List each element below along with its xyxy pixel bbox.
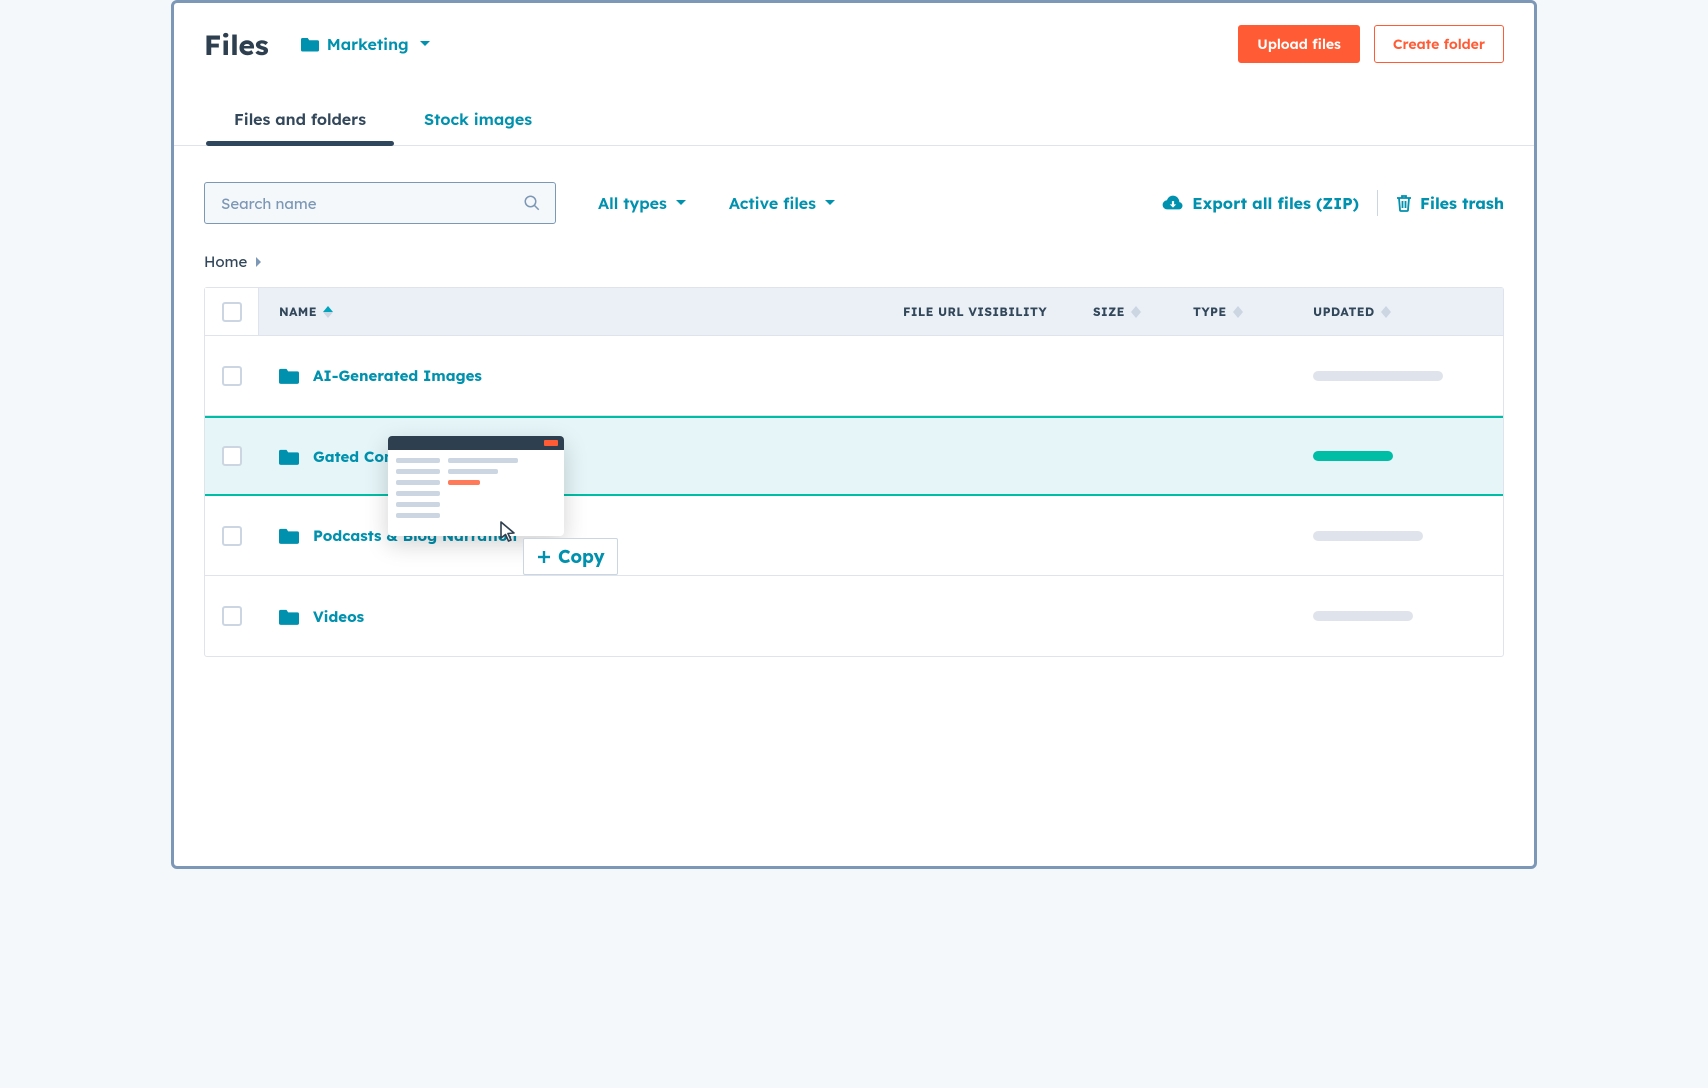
row-checkbox[interactable]: [222, 366, 242, 386]
row-checkbox[interactable]: [222, 526, 242, 546]
row-checkbox[interactable]: [222, 606, 242, 626]
updated-placeholder: [1313, 451, 1393, 461]
table-row[interactable]: AI-Generated Images: [205, 336, 1503, 416]
column-label: TYPE: [1193, 304, 1227, 319]
search-icon: [523, 194, 541, 212]
tab-stock-images[interactable]: Stock images: [424, 99, 532, 145]
table-header: NAME FILE URL VISIBILITY SIZE: [205, 288, 1503, 336]
column-header-type[interactable]: TYPE: [1193, 304, 1313, 319]
sort-icon: [1233, 306, 1243, 318]
column-header-size[interactable]: SIZE: [1093, 304, 1193, 319]
folder-icon: [301, 36, 319, 52]
export-all-files-button[interactable]: Export all files (ZIP): [1162, 193, 1359, 213]
folder-link[interactable]: AI-Generated Images: [259, 366, 903, 385]
folder-link[interactable]: Gated Cont: [259, 447, 903, 466]
page-header: Files Marketing Upload files Create fold…: [204, 25, 1504, 63]
trash-icon: [1396, 194, 1412, 212]
folder-icon: [279, 527, 299, 544]
sort-icon: [1131, 306, 1141, 318]
filter-status-label: Active files: [729, 193, 816, 213]
folder-icon: [279, 367, 299, 384]
files-trash-label: Files trash: [1420, 193, 1504, 213]
folder-selector[interactable]: Marketing: [301, 34, 439, 54]
copy-tooltip: Copy: [523, 538, 618, 575]
upload-files-button[interactable]: Upload files: [1238, 25, 1360, 63]
folder-icon: [279, 448, 299, 465]
drag-preview-thumbnail: [388, 436, 564, 536]
folder-link[interactable]: Videos: [259, 607, 903, 626]
column-header-visibility[interactable]: FILE URL VISIBILITY: [903, 304, 1093, 319]
chevron-down-icon: [419, 40, 431, 48]
column-header-updated[interactable]: UPDATED: [1313, 304, 1503, 319]
tab-files-and-folders[interactable]: Files and folders: [234, 99, 366, 145]
tabs: Files and folders Stock images: [174, 99, 1534, 146]
table-row[interactable]: Videos: [205, 576, 1503, 656]
sort-asc-icon: [323, 306, 333, 318]
folder-selector-label: Marketing: [327, 34, 409, 54]
separator: [1377, 190, 1378, 216]
chevron-down-icon: [824, 199, 836, 207]
row-checkbox[interactable]: [222, 446, 242, 466]
folder-icon: [279, 608, 299, 625]
toolbar: All types Active files Export all files …: [204, 182, 1504, 224]
updated-placeholder: [1313, 611, 1413, 621]
files-trash-button[interactable]: Files trash: [1396, 193, 1504, 213]
folder-name: Gated Cont: [313, 447, 399, 466]
cloud-download-icon: [1162, 194, 1184, 212]
filter-status-dropdown[interactable]: Active files: [729, 193, 836, 213]
filter-types-label: All types: [598, 193, 667, 213]
filter-types-dropdown[interactable]: All types: [598, 193, 687, 213]
column-header-name[interactable]: NAME: [259, 304, 903, 319]
upload-files-label: Upload files: [1257, 35, 1341, 53]
folder-name: Videos: [313, 607, 364, 626]
copy-label: Copy: [558, 545, 605, 568]
column-label: NAME: [279, 304, 317, 319]
breadcrumb-home[interactable]: Home: [204, 252, 247, 271]
chevron-right-icon: [255, 256, 263, 268]
plus-icon: [536, 549, 552, 565]
updated-placeholder: [1313, 371, 1443, 381]
column-label: FILE URL VISIBILITY: [903, 304, 1047, 319]
sort-icon: [1381, 306, 1391, 318]
folder-name: AI-Generated Images: [313, 366, 482, 385]
breadcrumb[interactable]: Home: [204, 252, 1504, 271]
create-folder-button[interactable]: Create folder: [1374, 25, 1504, 63]
tab-label: Files and folders: [234, 109, 366, 129]
tab-label: Stock images: [424, 109, 532, 129]
search-input-wrapper[interactable]: [204, 182, 556, 224]
cursor-icon: [500, 521, 518, 543]
export-all-files-label: Export all files (ZIP): [1192, 193, 1359, 213]
select-all-checkbox[interactable]: [222, 302, 242, 322]
search-input[interactable]: [219, 193, 523, 214]
column-label: UPDATED: [1313, 304, 1375, 319]
create-folder-label: Create folder: [1393, 35, 1485, 53]
column-label: SIZE: [1093, 304, 1125, 319]
updated-placeholder: [1313, 531, 1423, 541]
chevron-down-icon: [675, 199, 687, 207]
page-title: Files: [204, 27, 269, 62]
